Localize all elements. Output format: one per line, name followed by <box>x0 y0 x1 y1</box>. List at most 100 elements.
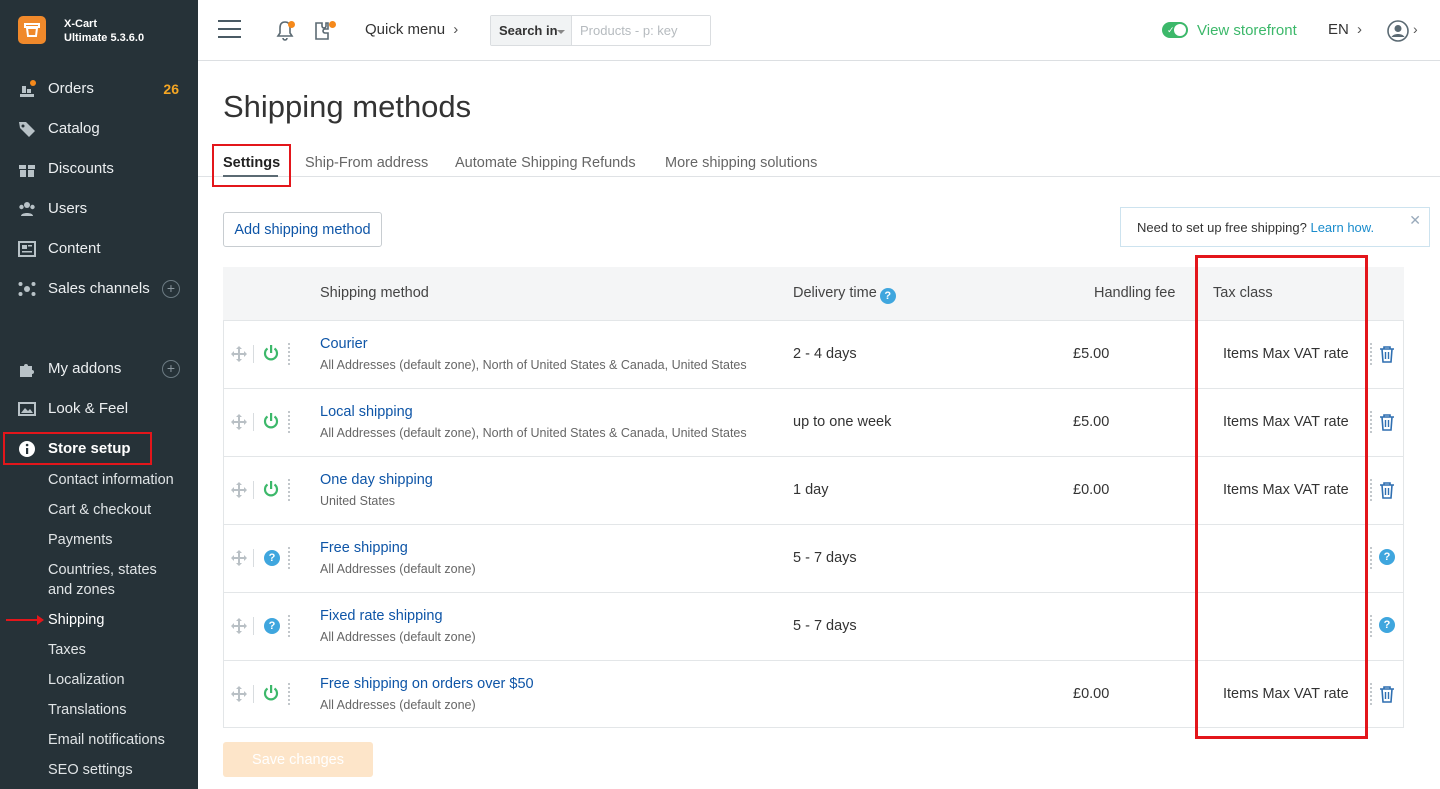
method-name-link[interactable]: Courier <box>320 336 368 352</box>
method-name-link[interactable]: One day shipping <box>320 472 433 488</box>
chevron-right-icon: › <box>453 21 459 38</box>
sidebar-item-label: My addons <box>48 360 122 377</box>
divider <box>1370 615 1372 637</box>
method-zone: All Addresses (default zone), North of U… <box>320 358 747 372</box>
drag-handle-icon[interactable] <box>230 345 248 363</box>
tax-class-highlight <box>1195 255 1368 739</box>
shipping-arrow-annotation <box>6 615 44 625</box>
sidebar-item-label: Orders <box>48 80 94 97</box>
search-input[interactable] <box>573 16 710 45</box>
brand-name: X-Cart <box>64 18 98 30</box>
help-icon[interactable]: ? <box>264 550 280 566</box>
tab-automate-shipping-refunds[interactable]: Automate Shipping Refunds <box>455 155 636 171</box>
sidebar-sub-cart-checkout[interactable]: Cart & checkout <box>48 500 151 520</box>
drag-handle-icon[interactable] <box>230 549 248 567</box>
drag-handle-icon[interactable] <box>230 413 248 431</box>
sidebar-sub-contact-information[interactable]: Contact information <box>48 470 174 490</box>
close-icon[interactable]: ✕ <box>1409 212 1421 229</box>
help-icon[interactable]: ? <box>1379 549 1395 565</box>
brand-version: Ultimate 5.3.6.0 <box>64 32 145 44</box>
language-selector[interactable]: EN › <box>1328 21 1362 38</box>
sidebar-item-content[interactable]: Content <box>0 230 198 268</box>
sidebar-item-label: Users <box>48 200 88 217</box>
delivery-time: up to one week <box>793 414 892 430</box>
divider <box>288 411 290 433</box>
sidebar-item-sales-channels[interactable]: Sales channels + <box>0 270 198 308</box>
sidebar-sub-localization[interactable]: Localization <box>48 670 125 690</box>
menu-toggle-icon[interactable] <box>218 20 241 38</box>
store-setup-highlight <box>3 432 152 465</box>
sidebar-item-orders[interactable]: Orders 26 <box>0 70 198 108</box>
quick-menu[interactable]: Quick menu › <box>365 21 458 38</box>
drag-handle-icon[interactable] <box>230 481 248 499</box>
language-label: EN <box>1328 21 1349 38</box>
divider <box>1370 411 1372 433</box>
help-icon[interactable]: ? <box>879 288 896 304</box>
sidebar-sub-shipping[interactable]: Shipping <box>48 610 104 630</box>
divider <box>253 617 254 635</box>
check-icon: ✓ <box>1167 25 1175 35</box>
handling-fee: £5.00 <box>1073 414 1110 430</box>
xcart-logo-icon <box>18 16 46 44</box>
method-name-link[interactable]: Fixed rate shipping <box>320 608 443 624</box>
sidebar-item-look-feel[interactable]: Look & Feel <box>0 390 198 428</box>
sidebar-item-label: Discounts <box>48 160 114 177</box>
column-header-method: Shipping method <box>320 285 429 301</box>
search-in-select[interactable]: Search in <box>491 16 572 45</box>
channels-icon <box>18 282 36 296</box>
view-storefront-link[interactable]: View storefront <box>1197 22 1297 39</box>
sidebar: X-Cart Ultimate 5.3.6.0 Orders 26 Catalo… <box>0 0 198 789</box>
settings-tab-highlight <box>212 144 291 187</box>
add-shipping-method-button[interactable]: Add shipping method <box>223 212 382 247</box>
drag-handle-icon[interactable] <box>230 617 248 635</box>
tag-icon <box>19 122 35 137</box>
user-avatar-icon[interactable] <box>1387 20 1409 47</box>
free-shipping-promo: Need to set up free shipping? Learn how.… <box>1120 207 1430 247</box>
delivery-time: 1 day <box>793 482 829 498</box>
users-icon <box>19 202 35 216</box>
sidebar-sub-payments[interactable]: Payments <box>48 530 112 550</box>
sidebar-item-catalog[interactable]: Catalog <box>0 110 198 148</box>
sidebar-sub-countries-line2[interactable]: and zones <box>48 580 115 600</box>
trash-icon[interactable] <box>1379 481 1395 499</box>
bell-icon[interactable] <box>275 19 295 46</box>
method-name-link[interactable]: Free shipping <box>320 540 408 556</box>
power-on-icon[interactable] <box>262 684 280 702</box>
method-name-link[interactable]: Local shipping <box>320 404 413 420</box>
add-addon-button[interactable]: + <box>162 360 180 378</box>
sidebar-sub-seo-settings[interactable]: SEO settings <box>48 760 133 780</box>
method-name-link[interactable]: Free shipping on orders over $50 <box>320 676 534 692</box>
chevron-right-icon[interactable]: › <box>1413 21 1418 37</box>
tab-ship-from-address[interactable]: Ship-From address <box>305 155 428 171</box>
trash-icon[interactable] <box>1379 345 1395 363</box>
handling-fee: £0.00 <box>1073 482 1110 498</box>
orders-count-badge: 26 <box>163 81 179 97</box>
tab-more-shipping-solutions[interactable]: More shipping solutions <box>665 155 817 171</box>
sidebar-item-users[interactable]: Users <box>0 190 198 228</box>
save-changes-button[interactable]: Save changes <box>223 742 373 777</box>
sidebar-item-discounts[interactable]: Discounts <box>0 150 198 188</box>
sidebar-sub-taxes[interactable]: Taxes <box>48 640 86 660</box>
orders-icon <box>20 80 36 97</box>
brand[interactable]: X-Cart Ultimate 5.3.6.0 <box>0 0 198 61</box>
trash-icon[interactable] <box>1379 413 1395 431</box>
help-icon[interactable]: ? <box>264 618 280 634</box>
trash-icon[interactable] <box>1379 685 1395 703</box>
method-zone: United States <box>320 494 396 508</box>
sidebar-sub-email-notifications[interactable]: Email notifications <box>48 730 165 750</box>
add-sales-channel-button[interactable]: + <box>162 280 180 298</box>
sidebar-sub-countries[interactable]: Countries, states <box>48 560 157 580</box>
marketplace-icon[interactable] <box>314 19 336 46</box>
help-icon[interactable]: ? <box>1379 617 1395 633</box>
sidebar-item-my-addons[interactable]: My addons + <box>0 350 198 388</box>
power-on-icon[interactable] <box>262 412 280 430</box>
handling-fee: £5.00 <box>1073 346 1110 362</box>
storefront-toggle[interactable]: ✓ <box>1162 22 1188 38</box>
power-on-icon[interactable] <box>262 480 280 498</box>
sidebar-item-label: Sales channels <box>48 280 150 297</box>
learn-how-link[interactable]: Learn how. <box>1310 220 1374 235</box>
power-on-icon[interactable] <box>262 344 280 362</box>
drag-handle-icon[interactable] <box>230 685 248 703</box>
divider <box>288 683 290 705</box>
sidebar-sub-translations[interactable]: Translations <box>48 700 126 720</box>
